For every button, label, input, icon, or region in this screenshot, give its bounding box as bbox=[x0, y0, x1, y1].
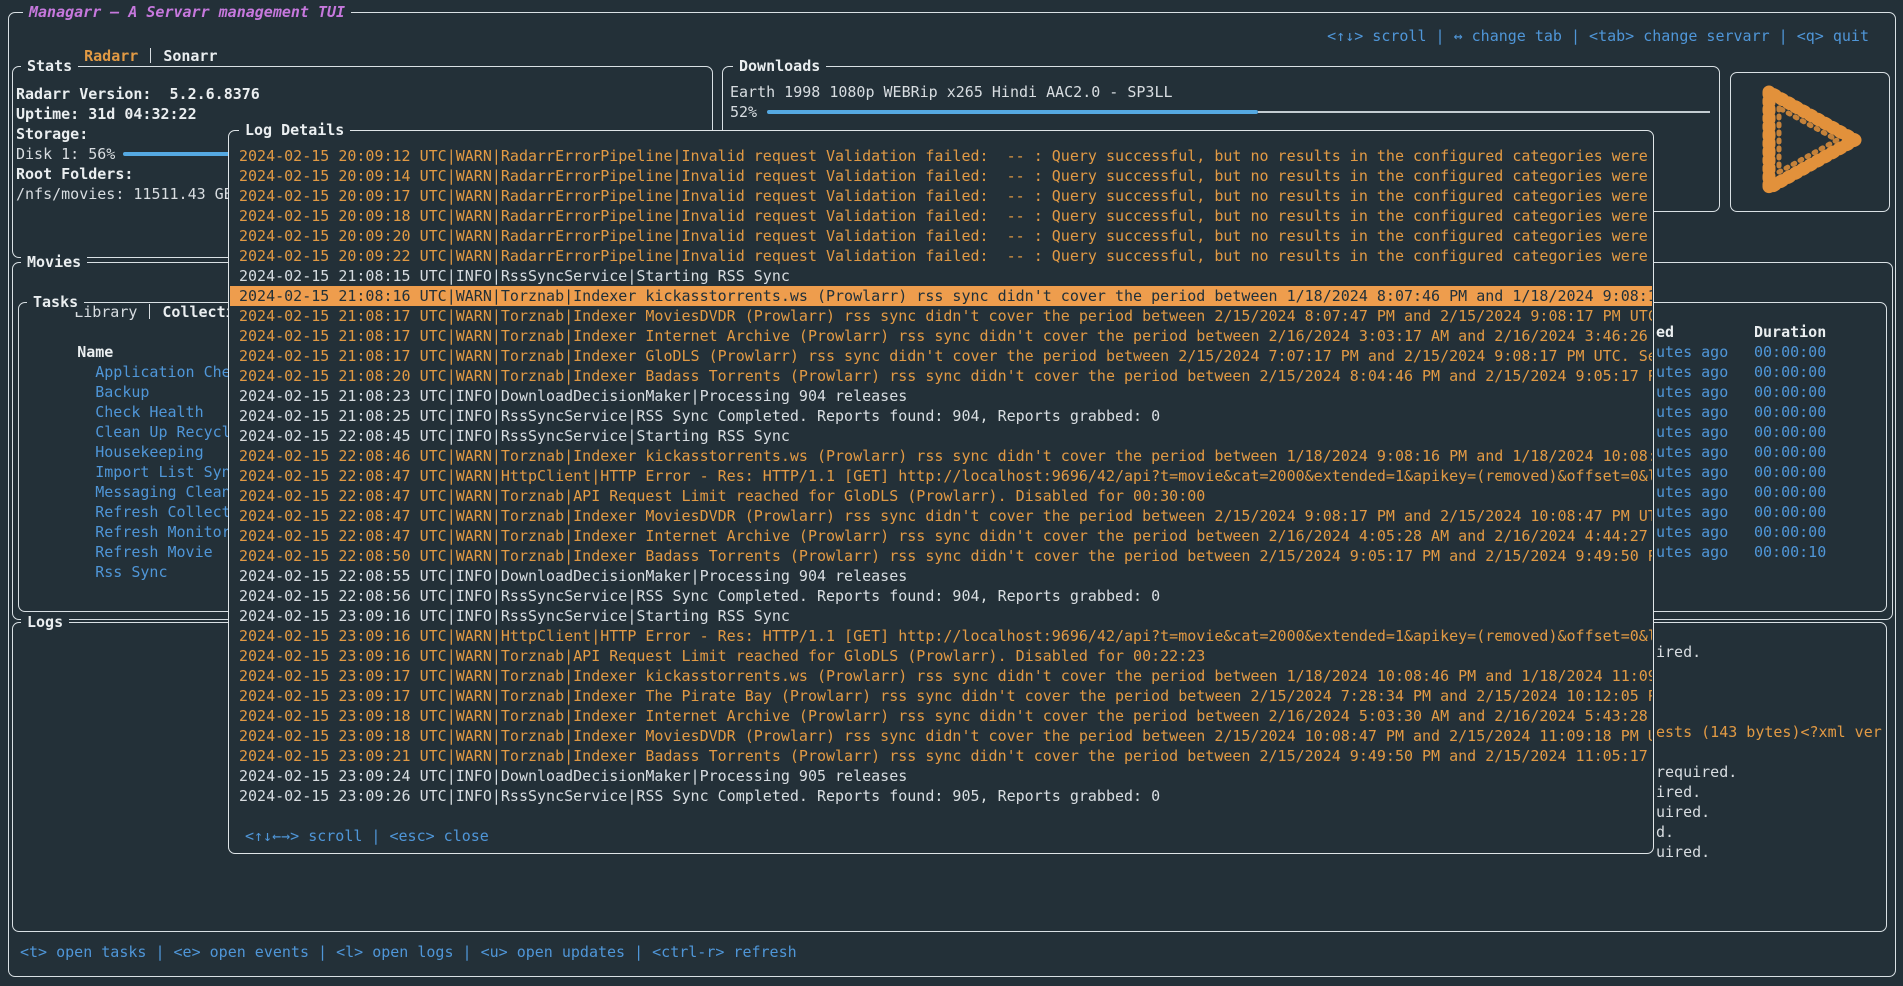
tasks-header-last-execution: ed bbox=[1656, 322, 1674, 342]
tab-radarr[interactable]: Radarr bbox=[84, 47, 138, 65]
log-row-tail: uired. bbox=[1656, 802, 1710, 822]
task-duration: 00:00:00 bbox=[1754, 482, 1826, 502]
log-detail-line[interactable]: 2024-02-15 20:09:18 UTC|WARN|RadarrError… bbox=[230, 206, 1652, 226]
task-last-execution: utes ago bbox=[1656, 382, 1728, 402]
log-detail-line[interactable]: 2024-02-15 20:09:22 UTC|WARN|RadarrError… bbox=[230, 246, 1652, 266]
log-detail-line[interactable]: 2024-02-15 22:08:45 UTC|INFO|RssSyncServ… bbox=[230, 426, 1652, 446]
managarr-app: Managarr — A Servarr management TUI Rada… bbox=[0, 0, 1903, 986]
log-detail-line[interactable]: 2024-02-15 22:08:56 UTC|INFO|RssSyncServ… bbox=[230, 586, 1652, 606]
log-detail-line[interactable]: 2024-02-15 20:09:17 UTC|WARN|RadarrError… bbox=[230, 186, 1652, 206]
log-details-title: Log Details bbox=[239, 120, 350, 140]
log-detail-line[interactable]: 2024-02-15 20:09:20 UTC|WARN|RadarrError… bbox=[230, 226, 1652, 246]
download-item-title: Earth 1998 1080p WEBRip x265 Hindi AAC2.… bbox=[730, 82, 1173, 102]
downloads-title: Downloads bbox=[733, 56, 826, 76]
task-duration: 00:00:00 bbox=[1754, 442, 1826, 462]
log-detail-line[interactable]: 2024-02-15 22:08:47 UTC|WARN|Torznab|Ind… bbox=[230, 506, 1652, 526]
log-detail-line[interactable]: 2024-02-15 23:09:16 UTC|WARN|HttpClient|… bbox=[230, 626, 1652, 646]
task-last-execution: utes ago bbox=[1656, 542, 1728, 562]
tab-sonarr[interactable]: Sonarr bbox=[163, 47, 217, 65]
log-row: 2024-02-15 23:09:26 UTC|INFO|RssSyncServ… bbox=[13, 882, 1886, 902]
log-row-tail: uired. bbox=[1656, 842, 1710, 862]
task-duration: 00:00:00 bbox=[1754, 402, 1826, 422]
log-detail-line[interactable]: 2024-02-15 22:08:47 UTC|WARN|HttpClient|… bbox=[230, 466, 1652, 486]
header-keybindings: <↑↓> scroll | ↔ change tab | <tab> chang… bbox=[1327, 26, 1869, 46]
log-row-tail: required. bbox=[1656, 762, 1737, 782]
movies-title: Movies bbox=[21, 252, 87, 272]
download-progress-label: 52% bbox=[730, 102, 757, 122]
task-duration: 00:00:00 bbox=[1754, 362, 1826, 382]
log-row: 2024-02-15 23:09:24 UTC|INFO|DownloadDec… bbox=[13, 862, 1886, 882]
radarr-logo-icon bbox=[1735, 78, 1885, 206]
log-row-tail: ired. bbox=[1656, 642, 1701, 662]
task-last-execution: utes ago bbox=[1656, 422, 1728, 442]
root-folders-label: Root Folders: bbox=[16, 164, 133, 184]
modal-keybindings: <↑↓←→> scroll | <esc> close bbox=[230, 826, 489, 846]
log-detail-line[interactable]: 2024-02-15 23:09:16 UTC|WARN|Torznab|API… bbox=[230, 646, 1652, 666]
task-duration: 00:00:00 bbox=[1754, 422, 1826, 442]
log-detail-line[interactable]: 2024-02-15 21:08:20 UTC|WARN|Torznab|Ind… bbox=[230, 366, 1652, 386]
log-detail-line[interactable]: 2024-02-15 23:09:26 UTC|INFO|RssSyncServ… bbox=[230, 786, 1652, 806]
log-detail-line[interactable]: 2024-02-15 22:08:55 UTC|INFO|DownloadDec… bbox=[230, 566, 1652, 586]
log-detail-line[interactable]: 2024-02-15 21:08:17 UTC|WARN|Torznab|Ind… bbox=[230, 326, 1652, 346]
stats-title: Stats bbox=[21, 56, 78, 76]
task-duration: 00:00:00 bbox=[1754, 382, 1826, 402]
log-detail-line[interactable]: 2024-02-15 21:08:15 UTC|INFO|RssSyncServ… bbox=[230, 266, 1652, 286]
log-detail-line[interactable]: 2024-02-15 22:08:47 UTC|WARN|Torznab|API… bbox=[230, 486, 1652, 506]
task-last-execution: utes ago bbox=[1656, 482, 1728, 502]
task-duration: 00:00:10 bbox=[1754, 542, 1826, 562]
log-detail-line[interactable]: 2024-02-15 23:09:17 UTC|WARN|Torznab|Ind… bbox=[230, 666, 1652, 686]
log-detail-line[interactable]: 2024-02-15 20:09:12 UTC|WARN|RadarrError… bbox=[230, 146, 1652, 166]
tasks-header-duration: Duration bbox=[1754, 322, 1826, 342]
storage-label: Storage: bbox=[16, 124, 88, 144]
root-folder-path: /nfs/movies: 11511.43 GB bbox=[16, 184, 233, 204]
log-detail-line[interactable]: 2024-02-15 21:08:23 UTC|INFO|DownloadDec… bbox=[230, 386, 1652, 406]
log-detail-line[interactable]: 2024-02-15 22:08:47 UTC|WARN|Torznab|Ind… bbox=[230, 526, 1652, 546]
log-detail-line[interactable]: 2024-02-15 22:08:46 UTC|WARN|Torznab|Ind… bbox=[230, 446, 1652, 466]
log-detail-line[interactable]: 2024-02-15 23:09:17 UTC|WARN|Torznab|Ind… bbox=[230, 686, 1652, 706]
log-row-tail: d. bbox=[1656, 822, 1674, 842]
task-last-execution: utes ago bbox=[1656, 462, 1728, 482]
radarr-version: Radarr Version: 5.2.6.8376 bbox=[16, 84, 260, 104]
task-duration: 00:00:00 bbox=[1754, 462, 1826, 482]
logo-panel bbox=[1730, 72, 1890, 212]
task-name: Rss Sync bbox=[95, 563, 167, 581]
log-detail-line[interactable]: 2024-02-15 23:09:16 UTC|INFO|RssSyncServ… bbox=[230, 606, 1652, 626]
log-detail-line[interactable]: 2024-02-15 23:09:18 UTC|WARN|Torznab|Ind… bbox=[230, 726, 1652, 746]
log-details-modal: Log Details 2024-02-15 20:09:12 UTC|WARN… bbox=[228, 130, 1654, 854]
tasks-title: Tasks bbox=[27, 292, 84, 312]
task-duration: 00:00:00 bbox=[1754, 502, 1826, 522]
task-last-execution: utes ago bbox=[1656, 342, 1728, 362]
log-detail-line[interactable]: 2024-02-15 22:08:50 UTC|WARN|Torznab|Ind… bbox=[230, 546, 1652, 566]
log-detail-line[interactable]: 2024-02-15 23:09:18 UTC|WARN|Torznab|Ind… bbox=[230, 706, 1652, 726]
uptime: Uptime: 31d 04:32:22 bbox=[16, 104, 197, 124]
logs-title: Logs bbox=[21, 612, 69, 632]
task-last-execution: utes ago bbox=[1656, 362, 1728, 382]
app-title: Managarr — A Servarr management TUI bbox=[23, 2, 351, 22]
task-last-execution: utes ago bbox=[1656, 402, 1728, 422]
log-detail-line[interactable]: 2024-02-15 21:08:25 UTC|INFO|RssSyncServ… bbox=[230, 406, 1652, 426]
log-detail-line[interactable]: 2024-02-15 21:08:17 UTC|WARN|Torznab|Ind… bbox=[230, 306, 1652, 326]
download-progress-bar bbox=[767, 110, 1258, 114]
log-detail-line[interactable]: 2024-02-15 21:08:16 UTC|WARN|Torznab|Ind… bbox=[230, 286, 1652, 306]
task-last-execution: utes ago bbox=[1656, 442, 1728, 462]
task-duration: 00:00:00 bbox=[1754, 342, 1826, 362]
task-last-execution: utes ago bbox=[1656, 522, 1728, 542]
footer-keybindings: <t> open tasks | <e> open events | <l> o… bbox=[20, 942, 797, 962]
disk-usage-label: Disk 1: 56% bbox=[16, 144, 115, 164]
log-detail-line[interactable]: 2024-02-15 21:08:17 UTC|WARN|Torznab|Ind… bbox=[230, 346, 1652, 366]
log-row-tail: ests (143 bytes)<?xml ver bbox=[1656, 722, 1882, 742]
tab-separator bbox=[150, 48, 151, 63]
task-duration: 00:00:00 bbox=[1754, 522, 1826, 542]
log-row-tail: ired. bbox=[1656, 782, 1701, 802]
log-detail-lines: 2024-02-15 20:09:12 UTC|WARN|RadarrError… bbox=[230, 146, 1652, 806]
log-detail-line[interactable]: 2024-02-15 20:09:14 UTC|WARN|RadarrError… bbox=[230, 166, 1652, 186]
download-progress-track bbox=[1258, 111, 1710, 113]
task-last-execution: utes ago bbox=[1656, 502, 1728, 522]
log-detail-line[interactable]: 2024-02-15 23:09:24 UTC|INFO|DownloadDec… bbox=[230, 766, 1652, 786]
log-detail-line[interactable]: 2024-02-15 23:09:21 UTC|WARN|Torznab|Ind… bbox=[230, 746, 1652, 766]
